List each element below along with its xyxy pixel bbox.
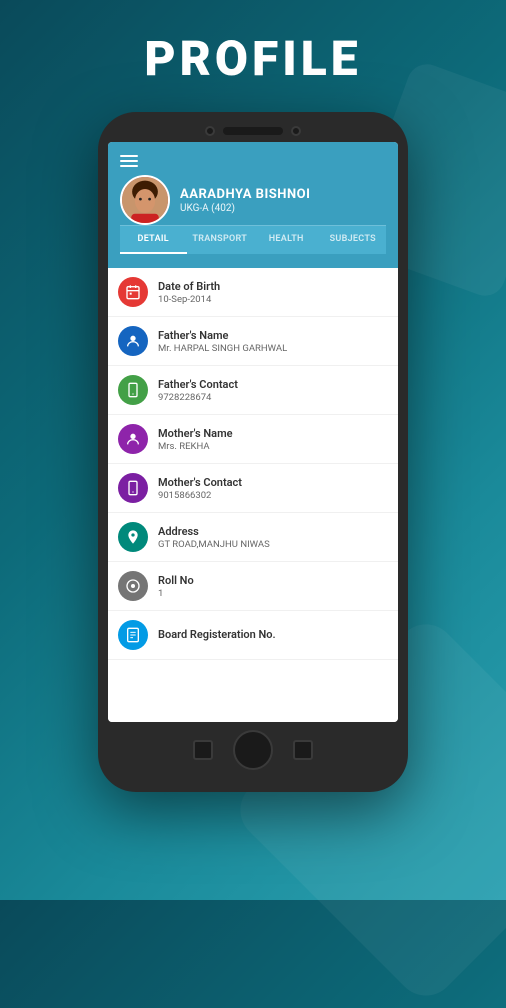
father-contact-label: Father's Contact	[158, 378, 238, 391]
phone-speaker	[223, 127, 283, 135]
list-item: Father's Contact 9728228674	[108, 366, 398, 415]
rollno-label: Roll No	[158, 574, 194, 587]
phone-frame: AARADHYA BISHNOI UKG-A (402) DETAIL TRAN…	[98, 112, 408, 792]
address-icon	[118, 522, 148, 552]
page-title: PROFILE	[144, 30, 361, 87]
tab-health[interactable]: HEALTH	[253, 226, 320, 254]
mother-name-text: Mother's Name Mrs. REKHA	[158, 427, 233, 452]
app-header: AARADHYA BISHNOI UKG-A (402) DETAIL TRAN…	[108, 142, 398, 268]
profile-section: AARADHYA BISHNOI UKG-A (402)	[120, 175, 386, 225]
list-item: Mother's Name Mrs. REKHA	[108, 415, 398, 464]
address-text: Address GT ROAD,MANJHU NIWAS	[158, 525, 270, 550]
recent-button[interactable]	[293, 740, 313, 760]
father-contact-value: 9728228674	[158, 392, 238, 403]
dob-value: 10-Sep-2014	[158, 294, 220, 305]
mother-name-value: Mrs. REKHA	[158, 441, 233, 452]
dob-text: Date of Birth 10-Sep-2014	[158, 280, 220, 305]
student-name: AARADHYA BISHNOI	[180, 187, 310, 202]
tab-detail[interactable]: DETAIL	[120, 226, 187, 254]
board-reg-label: Board Registeration No.	[158, 628, 276, 641]
calendar-icon	[118, 277, 148, 307]
board-reg-icon	[118, 620, 148, 650]
address-label: Address	[158, 525, 270, 538]
phone-camera-right	[291, 126, 301, 136]
rollno-text: Roll No 1	[158, 574, 194, 599]
father-name-value: Mr. HARPAL SINGH GARHWAL	[158, 343, 287, 354]
dob-label: Date of Birth	[158, 280, 220, 293]
mother-contact-icon	[118, 473, 148, 503]
list-item: Mother's Contact 9015866302	[108, 464, 398, 513]
mother-contact-value: 9015866302	[158, 490, 242, 501]
nav-tabs: DETAIL TRANSPORT HEALTH SUBJECTS	[120, 225, 386, 254]
tab-transport[interactable]: TRANSPORT	[187, 226, 254, 254]
father-name-icon	[118, 326, 148, 356]
mother-contact-label: Mother's Contact	[158, 476, 242, 489]
phone-screen: AARADHYA BISHNOI UKG-A (402) DETAIL TRAN…	[108, 142, 398, 722]
tab-subjects[interactable]: SUBJECTS	[320, 226, 387, 254]
back-button[interactable]	[193, 740, 213, 760]
list-item: Father's Name Mr. HARPAL SINGH GARHWAL	[108, 317, 398, 366]
board-reg-text: Board Registeration No.	[158, 628, 276, 642]
home-button[interactable]	[233, 730, 273, 770]
avatar	[120, 175, 170, 225]
mother-name-icon	[118, 424, 148, 454]
father-contact-icon	[118, 375, 148, 405]
list-item: Address GT ROAD,MANJHU NIWAS	[108, 513, 398, 562]
list-item: Board Registeration No.	[108, 611, 398, 660]
phone-camera	[205, 126, 215, 136]
mother-contact-text: Mother's Contact 9015866302	[158, 476, 242, 501]
list-item: Date of Birth 10-Sep-2014	[108, 268, 398, 317]
father-contact-text: Father's Contact 9728228674	[158, 378, 238, 403]
address-value: GT ROAD,MANJHU NIWAS	[158, 539, 270, 550]
rollno-icon	[118, 571, 148, 601]
rollno-value: 1	[158, 588, 194, 599]
phone-bottom	[108, 730, 398, 770]
father-name-label: Father's Name	[158, 329, 287, 342]
content-area: Date of Birth 10-Sep-2014 Father's Name …	[108, 268, 398, 722]
mother-name-label: Mother's Name	[158, 427, 233, 440]
father-name-text: Father's Name Mr. HARPAL SINGH GARHWAL	[158, 329, 287, 354]
list-item: Roll No 1	[108, 562, 398, 611]
phone-top	[108, 126, 398, 136]
student-class: UKG-A (402)	[180, 203, 310, 214]
hamburger-menu[interactable]	[120, 155, 386, 167]
profile-info: AARADHYA BISHNOI UKG-A (402)	[180, 187, 310, 214]
